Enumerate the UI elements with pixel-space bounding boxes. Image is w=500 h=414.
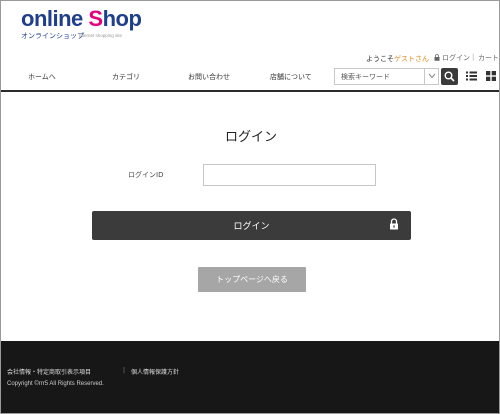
header-separator: |	[472, 53, 475, 61]
header-login-label: ログイン	[442, 54, 470, 62]
back-to-top-button[interactable]: トップページへ戻る	[198, 267, 306, 292]
search-button[interactable]	[441, 68, 458, 85]
logo-wordmark: online Shop	[21, 6, 142, 32]
site-logo[interactable]: online Shop オンラインショップ Internet shopping …	[21, 6, 161, 44]
list-view-icon[interactable]	[466, 71, 477, 81]
header-divider	[1, 90, 499, 92]
welcome-guest-name: ゲストさん	[394, 55, 429, 63]
welcome-prefix: ようこそ	[366, 55, 394, 63]
logo-online-text: online	[21, 6, 83, 31]
lock-icon	[434, 54, 440, 61]
header-cart-link[interactable]: カート	[478, 53, 499, 63]
search-input[interactable]	[335, 69, 423, 84]
footer-company-link[interactable]: 会社情報・特定商取引表示項目	[7, 367, 91, 376]
login-id-label: ログインID	[128, 171, 164, 179]
logo-hop-text: hop	[102, 6, 142, 31]
nav-home[interactable]: ホームへ	[28, 72, 56, 82]
header-login-link[interactable]: ログイン	[434, 53, 470, 63]
login-button-label: ログイン	[233, 222, 270, 232]
login-id-input[interactable]	[203, 164, 376, 186]
page-frame: online Shop オンラインショップ Internet shopping …	[0, 0, 500, 414]
footer-privacy-link[interactable]: 個人情報保護方針	[131, 367, 179, 376]
search-dropdown[interactable]	[424, 69, 438, 84]
login-button[interactable]: ログイン	[92, 211, 411, 240]
footer-separator: |	[123, 367, 126, 374]
nav-contact[interactable]: お問い合わせ	[188, 72, 230, 82]
lock-icon	[390, 218, 398, 230]
grid-view-icon[interactable]	[486, 71, 496, 81]
nav-category[interactable]: カテゴリ	[112, 72, 140, 82]
logo-subtitle: オンラインショップ	[21, 32, 84, 40]
welcome-message: ようこそゲストさん	[366, 54, 429, 64]
footer: 会社情報・特定商取引表示項目 | 個人情報保護方針 Copyright ©rrr…	[1, 341, 499, 413]
logo-s-letter: S	[88, 6, 103, 31]
search-icon	[444, 71, 455, 82]
search-box	[334, 68, 439, 85]
back-to-top-label: トップページへ戻る	[216, 275, 288, 284]
logo-tagline: Internet shopping site	[79, 33, 123, 38]
chevron-down-icon	[428, 73, 436, 79]
page-title: ログイン	[224, 130, 277, 145]
footer-copyright: Copyright ©rrr5 All Rights Reserved.	[7, 381, 104, 387]
nav-store-info[interactable]: 店舗について	[270, 72, 312, 82]
